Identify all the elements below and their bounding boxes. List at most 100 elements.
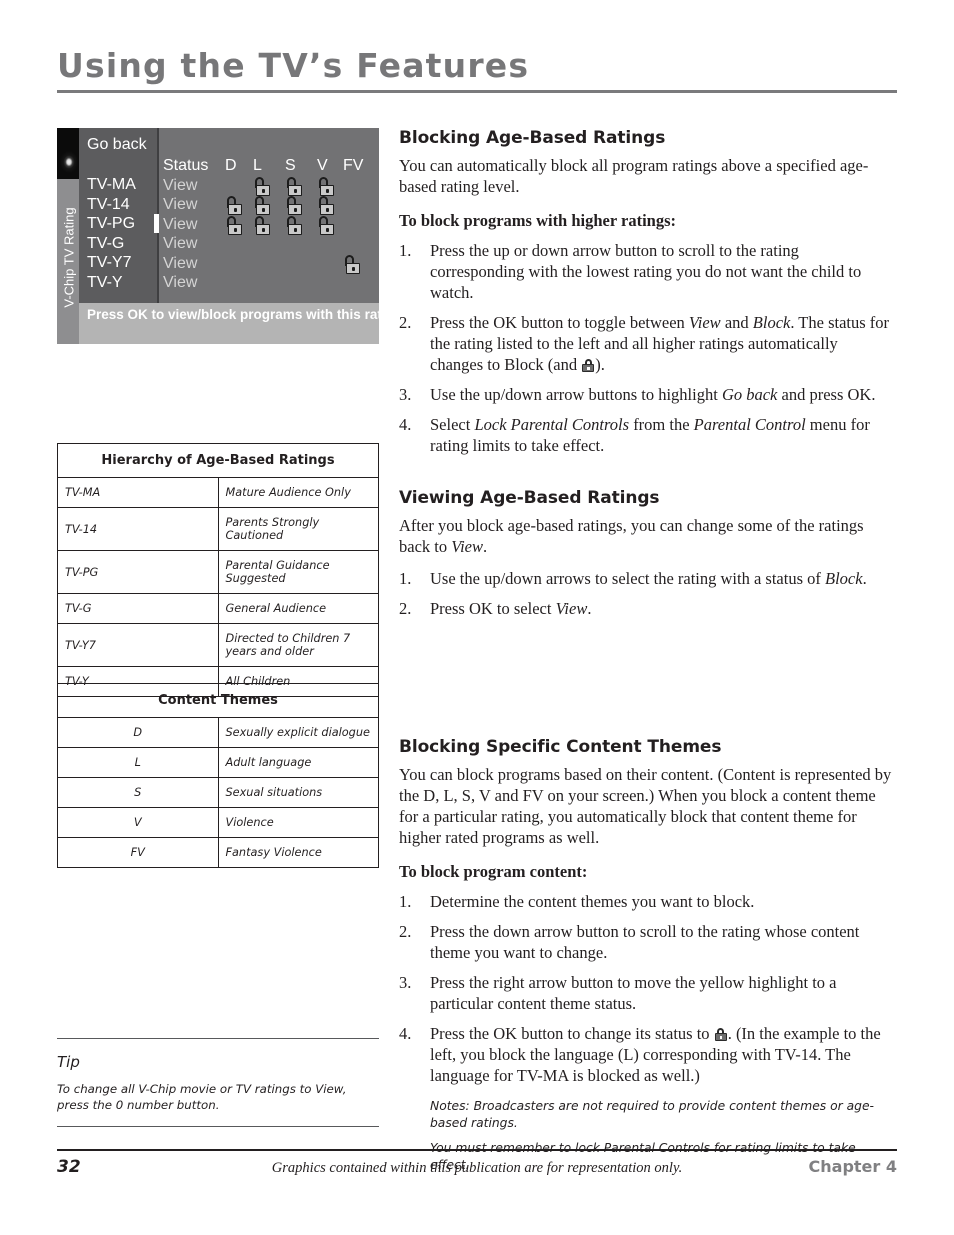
step-text: Press the down arrow button to scroll to… xyxy=(430,922,860,962)
right-column: Blocking Age-Based Ratings You can autom… xyxy=(399,128,893,1182)
tv-sidebar-label: V-Chip TV Rating xyxy=(61,207,77,308)
open-padlock-icon[interactable] xyxy=(343,254,360,274)
tv-rating-label[interactable]: TV-MA xyxy=(87,175,136,195)
open-padlock-icon[interactable] xyxy=(285,196,302,215)
step-number: 3. xyxy=(399,385,412,404)
emphasis-parental-control: Parental Control xyxy=(693,415,806,434)
step-number: 2. xyxy=(399,922,412,941)
step-number: 2. xyxy=(399,599,412,618)
paragraph-blocking-age-intro: You can automatically block all program … xyxy=(399,156,869,196)
closed-padlock-icon xyxy=(714,1028,727,1041)
step-text-part: Use the up/down arrows to select the rat… xyxy=(430,569,825,588)
rating-code: TV-MA xyxy=(57,477,219,508)
column-header-l: L xyxy=(253,157,262,174)
rating-code: TV-G xyxy=(57,593,219,624)
table-row: FV Fantasy Violence xyxy=(57,837,379,868)
open-padlock-icon[interactable] xyxy=(317,215,334,235)
content-themes-table: Content Themes D Sexually explicit dialo… xyxy=(57,683,379,868)
step-text-part: Press the OK button to change its status… xyxy=(430,1024,714,1043)
tv-status-grid: Status D L S V FV View View View View Vi… xyxy=(163,156,379,293)
subheading-block-higher-ratings: To block programs with higher ratings: xyxy=(399,211,677,230)
open-padlock-icon[interactable] xyxy=(317,176,334,196)
table-row: View xyxy=(163,176,379,196)
table-row: View xyxy=(163,215,379,235)
open-padlock-icon[interactable] xyxy=(285,176,302,196)
emphasis-lock-parental-controls: Lock Parental Controls xyxy=(474,415,630,434)
table-row: D Sexually explicit dialogue xyxy=(57,717,379,748)
tv-status-value[interactable]: View xyxy=(163,234,197,254)
open-padlock-icon[interactable] xyxy=(317,196,334,215)
tv-status-value[interactable]: View xyxy=(163,254,197,274)
table-row: TV-MA Mature Audience Only xyxy=(57,477,379,508)
step-text-part: Use the up/down arrow buttons to highlig… xyxy=(430,385,722,404)
paragraph-part: . xyxy=(483,537,488,556)
table-row: View xyxy=(163,195,379,215)
rating-description: General Audience xyxy=(217,593,379,624)
left-column: V-Chip TV Rating Go back TV-MA TV-14 TV-… xyxy=(57,128,379,1127)
theme-description: Sexual situations xyxy=(217,777,379,808)
emphasis-view: View xyxy=(451,537,484,556)
step-text: Determine the content themes you want to… xyxy=(430,892,755,911)
rating-description: Parental Guidance Suggested xyxy=(217,550,379,594)
note-broadcasters: Notes: Broadcasters are not required to … xyxy=(430,1099,874,1130)
emphasis-go-back: Go back xyxy=(721,385,778,404)
open-padlock-icon[interactable] xyxy=(253,196,270,215)
tv-rating-label[interactable]: TV-Y7 xyxy=(87,253,136,273)
steps-content-themes: 1. Determine the content themes you want… xyxy=(399,891,893,1173)
theme-code: FV xyxy=(57,837,219,868)
tv-rating-label[interactable]: TV-14 xyxy=(87,195,136,215)
steps-viewing-age: 1. Use the up/down arrows to select the … xyxy=(399,568,893,619)
emphasis-view: View xyxy=(688,313,721,332)
theme-description: Adult language xyxy=(217,747,379,778)
theme-code: S xyxy=(57,777,219,808)
table-title: Hierarchy of Age-Based Ratings xyxy=(57,443,379,478)
open-padlock-icon[interactable] xyxy=(225,196,242,215)
tv-help-bar: Press OK to view/block programs with thi… xyxy=(79,303,379,344)
column-header-status: Status xyxy=(163,157,209,174)
tip-bottom-divider xyxy=(57,1126,379,1127)
open-padlock-icon[interactable] xyxy=(253,176,270,196)
tv-status-value[interactable]: View xyxy=(163,176,197,196)
table-row: L Adult language xyxy=(57,747,379,778)
rating-code: TV-PG xyxy=(57,550,219,594)
subheading-block-program-content: To block program content: xyxy=(399,862,588,881)
step-number: 3. xyxy=(399,973,412,992)
tv-screen-graphic: V-Chip TV Rating Go back TV-MA TV-14 TV-… xyxy=(57,128,379,344)
step-number: 4. xyxy=(399,415,412,434)
tv-rating-label[interactable]: TV-Y xyxy=(87,273,136,293)
step-text: Press the up or down arrow button to scr… xyxy=(430,241,862,302)
table-row: TV-Y7 Directed to Children 7 years and o… xyxy=(57,623,379,667)
list-item: 3. Press the right arrow button to move … xyxy=(399,972,893,1014)
table-header-row: Hierarchy of Age-Based Ratings xyxy=(57,443,379,478)
step-number: 4. xyxy=(399,1024,412,1043)
tv-rating-label[interactable]: TV-G xyxy=(87,234,136,254)
list-item: 3. Use the up/down arrow buttons to high… xyxy=(399,384,893,405)
closed-padlock-icon xyxy=(582,359,595,372)
table-row: TV-G General Audience xyxy=(57,593,379,624)
open-padlock-icon[interactable] xyxy=(285,215,302,235)
tv-menu-item-go-back[interactable]: Go back xyxy=(87,136,147,154)
emphasis-block: Block xyxy=(752,313,791,332)
tv-rating-list: TV-MA TV-14 TV-PG TV-G TV-Y7 TV-Y xyxy=(87,175,136,292)
step-number: 1. xyxy=(399,892,412,911)
open-padlock-icon[interactable] xyxy=(225,215,242,235)
tv-sidebar: V-Chip TV Rating xyxy=(57,128,79,344)
theme-code: V xyxy=(57,807,219,838)
tv-status-value[interactable]: View xyxy=(163,273,197,293)
open-padlock-icon[interactable] xyxy=(253,215,270,235)
rating-description: Parents Strongly Cautioned xyxy=(217,507,379,551)
table-row: View xyxy=(163,254,379,274)
step-number: 1. xyxy=(399,569,412,588)
step-text-part: . xyxy=(862,569,867,588)
theme-description: Violence xyxy=(217,807,379,838)
theme-code: D xyxy=(57,717,219,748)
column-header-fv: FV xyxy=(343,157,364,174)
steps-blocking-age: 1. Press the up or down arrow button to … xyxy=(399,240,893,456)
table-row: S Sexual situations xyxy=(57,777,379,808)
tv-status-value[interactable]: View xyxy=(163,215,197,235)
table-header-row: Content Themes xyxy=(57,683,379,718)
tip-top-divider xyxy=(57,1038,379,1039)
table-row: TV-PG Parental Guidance Suggested xyxy=(57,550,379,594)
tv-status-value[interactable]: View xyxy=(163,195,197,215)
tv-rating-label[interactable]: TV-PG xyxy=(87,214,136,234)
